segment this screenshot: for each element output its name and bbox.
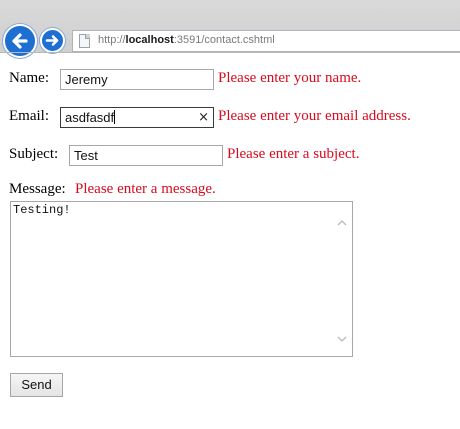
page-icon <box>79 34 90 48</box>
arrow-right-icon <box>45 35 59 46</box>
browser-chrome: http://localhost:3591/contact.cshtml <box>0 0 460 58</box>
email-error: Please enter your email address. <box>218 108 411 124</box>
email-input[interactable]: asdfasdf × <box>60 107 214 128</box>
send-button[interactable]: Send <box>10 373 63 397</box>
chevron-down-icon[interactable] <box>337 334 347 344</box>
message-textarea-value: Testing! <box>13 203 71 217</box>
subject-label: Subject: <box>9 146 59 162</box>
chevron-up-icon[interactable] <box>337 218 347 228</box>
close-icon[interactable]: × <box>198 108 209 127</box>
url-text: http://localhost:3591/contact.cshtml <box>98 34 275 46</box>
subject-input[interactable]: Test <box>69 145 223 166</box>
subject-error: Please enter a subject. <box>227 146 360 162</box>
text-caret <box>114 110 116 124</box>
message-textarea[interactable]: Testing! <box>10 201 353 357</box>
address-bar[interactable]: http://localhost:3591/contact.cshtml <box>72 30 460 52</box>
contact-form: Name: Jeremy Please enter your name. Ema… <box>0 53 460 429</box>
message-label: Message: <box>9 181 66 197</box>
name-input[interactable]: Jeremy <box>60 69 214 90</box>
forward-button[interactable] <box>40 28 65 53</box>
message-error: Please enter a message. <box>75 181 216 197</box>
email-label: Email: <box>9 108 49 124</box>
name-error: Please enter your name. <box>218 70 362 86</box>
name-label: Name: <box>9 70 49 86</box>
email-input-value: asdfasdf <box>65 110 115 125</box>
